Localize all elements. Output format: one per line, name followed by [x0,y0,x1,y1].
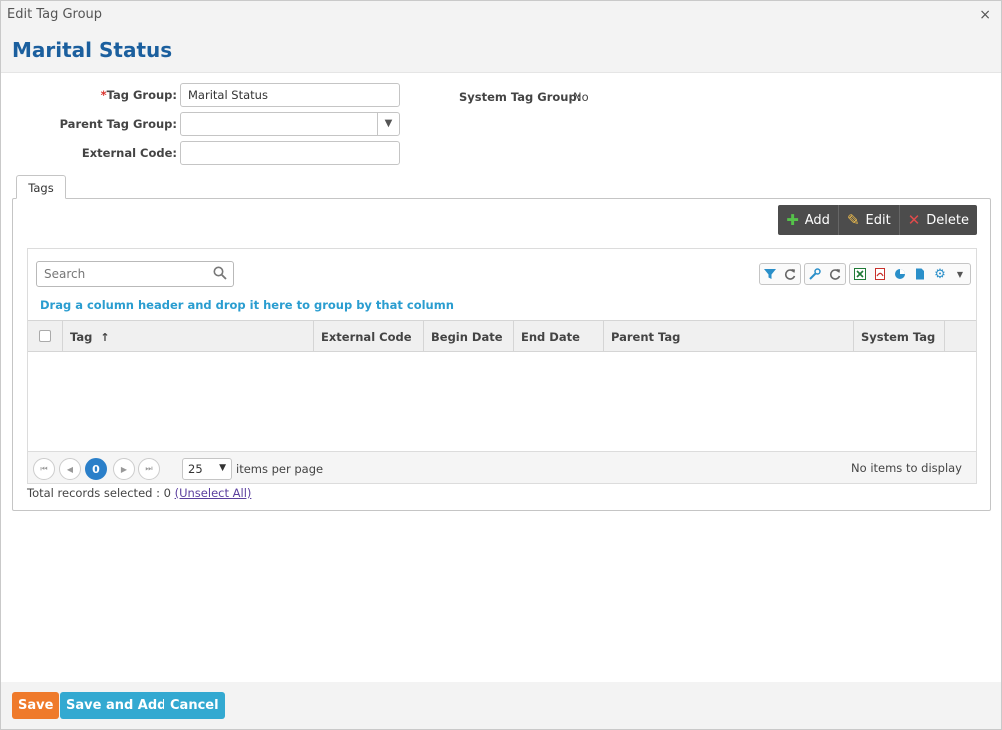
add-label: Add [804,212,830,228]
delete-label: Delete [926,212,969,228]
dialog-titlebar: Edit Tag Group × [1,1,1001,29]
wrench-icon[interactable] [805,264,825,284]
dialog-footer: Save Save and Add Cancel [1,682,1001,729]
plus-icon: ✚ [786,211,799,229]
page-size-select[interactable]: 25 ▼ [182,458,232,480]
page-size-value: 25 [188,462,203,476]
previous-page-icon[interactable]: ◀ [59,458,81,480]
edit-tag-group-dialog: Edit Tag Group × Marital Status *Tag Gro… [0,0,1002,730]
chevron-down-icon: ▼ [219,463,226,473]
dialog-title: Edit Tag Group [7,7,103,22]
filter-tool-group [759,263,801,285]
save-button[interactable]: Save [12,692,60,719]
column-tool-group [804,263,846,285]
grid-header-row: Tag ↑ External Code Begin Date End Date P… [28,320,976,352]
pencil-icon: ✎ [846,211,860,229]
parent-tag-group-select[interactable]: ▼ [180,112,400,136]
sort-ascending-icon: ↑ [100,331,110,344]
tags-tab-panel: ✚ Add ✎ Edit ✕ Delete Search ⚙ ▼ Drag a … [12,198,991,511]
tag-group-input[interactable]: Marital Status [180,83,400,107]
edit-label: Edit [865,212,891,228]
column-header-tag[interactable]: Tag ↑ [63,321,314,351]
tab-tags[interactable]: Tags [16,175,66,199]
next-page-icon[interactable]: ▶ [113,458,135,480]
total-records-text: Total records selected : 0 [27,486,171,500]
current-page-button[interactable]: 0 [85,458,107,480]
items-per-page-label: items per page [236,462,324,476]
last-page-icon[interactable]: ⏭ [138,458,160,480]
excel-icon[interactable] [850,264,870,284]
pager-info: No items to display [851,461,962,475]
group-by-hint[interactable]: Drag a column header and drop it here to… [40,298,454,312]
column-tag-label: Tag [70,330,93,344]
system-tag-group-value: No [573,90,589,104]
system-tag-group-label: System Tag Group: [459,90,582,104]
select-all-cell [28,321,63,351]
search-icon[interactable] [213,266,227,280]
refresh-columns-icon[interactable] [825,264,845,284]
external-code-row: External Code: [1,141,401,165]
unselect-all-link[interactable]: (Unselect All) [175,486,252,500]
search-input[interactable]: Search [36,261,234,287]
external-code-input[interactable] [180,141,400,165]
save-and-add-button[interactable]: Save and Add [60,692,173,719]
grid-pager: ⏮ ◀ 0 ▶ ⏭ 25 ▼ items per page No items t… [28,451,976,483]
refresh-filter-icon[interactable] [780,264,800,284]
filter-icon[interactable] [760,264,780,284]
first-page-icon[interactable]: ⏮ [33,458,55,480]
grid-toolset: ⚙ ▼ [759,263,971,285]
close-icon[interactable]: × [979,7,991,23]
tabs-container: Tags ✚ Add ✎ Edit ✕ Delete Search ⚙ ▼ Dr… [12,175,991,511]
document-icon[interactable] [910,264,930,284]
column-header-external-code[interactable]: External Code [314,321,424,351]
chart-icon[interactable] [890,264,910,284]
total-records-selected: Total records selected : 0 (Unselect All… [27,486,251,500]
action-toolbar: ✚ Add ✎ Edit ✕ Delete [778,205,977,235]
gear-icon[interactable]: ⚙ [930,264,950,284]
column-header-begin-date[interactable]: Begin Date [424,321,514,351]
cancel-button[interactable]: Cancel [164,692,225,719]
tag-group-label: *Tag Group: [100,88,177,102]
delete-button[interactable]: ✕ Delete [900,205,977,235]
chevron-down-icon[interactable]: ▼ [950,264,970,284]
chevron-down-icon[interactable]: ▼ [377,113,399,135]
add-button[interactable]: ✚ Add [778,205,839,235]
column-header-end-date[interactable]: End Date [514,321,604,351]
header-band: Marital Status [1,29,1001,73]
pdf-icon[interactable] [870,264,890,284]
search-placeholder: Search [44,267,86,281]
external-code-label: External Code: [81,146,177,160]
page-title: Marital Status [12,38,173,62]
edit-button[interactable]: ✎ Edit [839,205,900,235]
tag-group-row: *Tag Group: Marital Status [1,83,401,107]
parent-tag-group-row: Parent Tag Group: ▼ [1,112,401,136]
delete-x-icon: ✕ [907,211,921,229]
column-header-system-tag[interactable]: System Tag [854,321,945,351]
select-all-checkbox[interactable] [39,330,51,342]
column-header-spacer [945,321,976,351]
tags-grid: Search ⚙ ▼ Drag a column header and drop… [27,248,977,484]
export-tool-group: ⚙ ▼ [849,263,971,285]
parent-tag-group-label: Parent Tag Group: [59,117,177,131]
column-header-parent-tag[interactable]: Parent Tag [604,321,854,351]
